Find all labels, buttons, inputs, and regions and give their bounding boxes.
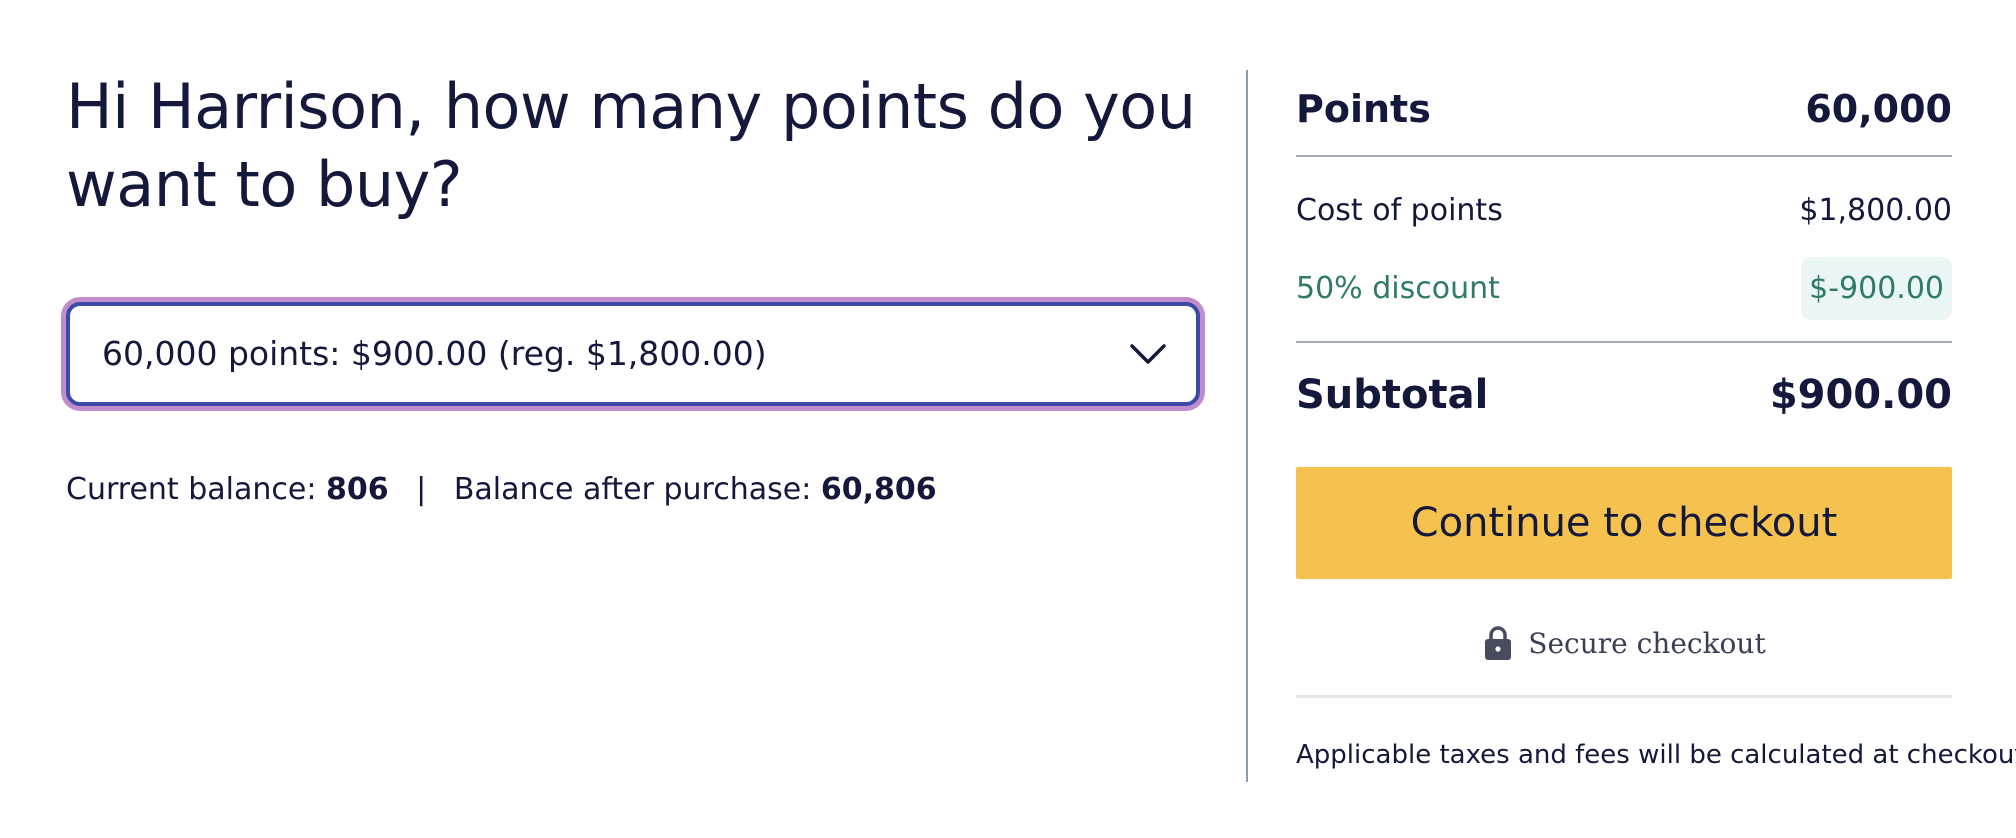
chevron-down-icon xyxy=(1130,344,1166,364)
balance-after-purchase-label: Balance after purchase: xyxy=(453,472,812,507)
points-package-select[interactable]: 60,000 points: $900.00 (reg. $1,800.00) xyxy=(66,302,1200,406)
lock-icon xyxy=(1485,626,1512,660)
summary-divider xyxy=(1296,155,1952,157)
summary-divider xyxy=(1296,341,1952,343)
points-package-selected-value: 60,000 points: $900.00 (reg. $1,800.00) xyxy=(102,334,767,373)
taxes-note: Applicable taxes and fees will be calcul… xyxy=(1296,740,2016,770)
balance-info: Current balance: 806 | Balance after pur… xyxy=(66,472,937,507)
secure-checkout-label: Secure checkout xyxy=(1528,626,1766,660)
cost-label: Cost of points xyxy=(1296,192,1503,228)
balance-after-purchase-value: 60,806 xyxy=(820,472,937,507)
points-row: Points 60,000 xyxy=(1296,74,1952,144)
discount-label: 50% discount xyxy=(1296,270,1500,306)
points-purchase-panel: Hi Harrison, how many points do you want… xyxy=(66,68,1202,507)
subtotal-value: $900.00 xyxy=(1769,372,1952,418)
vertical-divider xyxy=(1246,70,1248,782)
points-label: Points xyxy=(1296,87,1431,131)
discount-value-badge: $-900.00 xyxy=(1801,256,1952,320)
points-value: 60,000 xyxy=(1805,87,1952,131)
balance-separator: | xyxy=(416,472,427,507)
subtotal-label: Subtotal xyxy=(1296,372,1489,418)
current-balance-label: Current balance: xyxy=(66,472,317,507)
subtotal-row: Subtotal $900.00 xyxy=(1296,360,1952,430)
page-title: Hi Harrison, how many points do you want… xyxy=(66,70,1196,221)
continue-to-checkout-button[interactable]: Continue to checkout xyxy=(1296,467,1952,579)
discount-row: 50% discount $-900.00 xyxy=(1296,252,1952,324)
current-balance-value: 806 xyxy=(325,472,389,507)
cost-value: $1,800.00 xyxy=(1799,192,1952,228)
secure-checkout-note: Secure checkout xyxy=(1296,618,1952,668)
cost-row: Cost of points $1,800.00 xyxy=(1296,180,1952,240)
summary-divider xyxy=(1296,695,1952,698)
